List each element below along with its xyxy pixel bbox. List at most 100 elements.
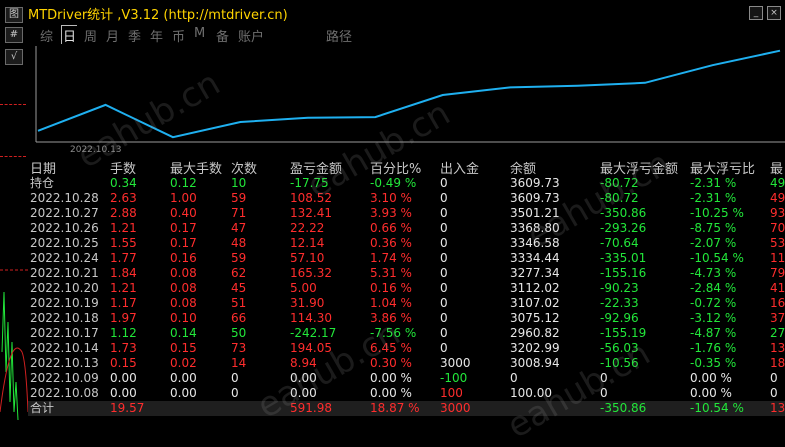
- table-cell-date: 2022.10.25: [30, 236, 99, 250]
- tab-monthly[interactable]: 月: [106, 26, 119, 45]
- table-row: 2022.10.17 1.12 0.14 50 -242.17 -7.56 % 0 2960.…: [28, 326, 785, 341]
- table-cell-maxlots: 0.00: [170, 371, 197, 385]
- table-cell-io: 0: [440, 176, 448, 190]
- col-balance: 余额: [510, 162, 537, 177]
- total-cell-last: 13: [770, 401, 785, 415]
- table-cell-date: 2022.10.17: [30, 326, 99, 340]
- table-cell-mfl: -80.72: [600, 191, 639, 205]
- table-cell-mfp: -2.84 %: [690, 281, 737, 295]
- table-cell-io: 0: [440, 251, 448, 265]
- table-cell-mfp: -4.73 %: [690, 266, 737, 280]
- table-row: 2022.10.27 2.88 0.40 71 132.41 3.93 % 0 3501.21…: [28, 206, 785, 221]
- table-cell-mfl: 0: [600, 371, 608, 385]
- table-cell-last: 79: [770, 266, 785, 280]
- total-cell-io: 3000: [440, 401, 471, 415]
- table-cell-pnl: 0.00: [290, 386, 317, 400]
- table-cell-bal: 3202.99: [510, 341, 560, 355]
- table-cell-bal: 3008.94: [510, 356, 560, 370]
- table-cell-date: 2022.10.09: [30, 371, 99, 385]
- table-cell-mfp: -2.07 %: [690, 236, 737, 250]
- table-cell-io: 0: [440, 296, 448, 310]
- table-cell-bal: 3609.73: [510, 191, 560, 205]
- table-cell-io: 0: [440, 221, 448, 235]
- col-count: 次数: [231, 162, 258, 177]
- table-cell-date: 2022.10.08: [30, 386, 99, 400]
- table-cell-count: 47: [231, 221, 247, 235]
- table-cell-bal: 3334.44: [510, 251, 560, 265]
- table-cell-count: 71: [231, 206, 247, 220]
- table-cell-bal: 100.00: [510, 386, 552, 400]
- period-tabs: 综 日 周 月 季 年 币 M 备 账户 路径: [28, 24, 785, 45]
- table-cell-bal: 3075.12: [510, 311, 560, 325]
- table-cell-pnl: 132.41: [290, 206, 332, 220]
- table-cell-pnl: -17.75: [290, 176, 329, 190]
- table-cell-date: 2022.10.19: [30, 296, 99, 310]
- total-cell-mfp: -10.54 %: [690, 401, 744, 415]
- table-cell-maxlots: 0.08: [170, 281, 197, 295]
- table-cell-mfl: -10.56: [600, 356, 639, 370]
- price-bars: [1, 291, 19, 421]
- table-row: 2022.10.26 1.21 0.17 47 22.22 0.66 % 0 3368.80 -…: [28, 221, 785, 236]
- tab-backup[interactable]: 备: [216, 26, 229, 45]
- table-cell-pnl: 5.00: [290, 281, 317, 295]
- table-row: 2022.10.20 1.21 0.08 45 5.00 0.16 % 0 3112.02 -9…: [28, 281, 785, 296]
- col-last: 最: [770, 162, 784, 177]
- minimize-button[interactable]: _: [749, 6, 763, 20]
- table-cell-bal: 0: [510, 371, 518, 385]
- table-cell-mfp: -2.31 %: [690, 176, 737, 190]
- grid-icon[interactable]: #: [5, 27, 23, 43]
- table-cell-io: 0: [440, 206, 448, 220]
- total-cell-date: 合计: [30, 401, 55, 415]
- table-cell-count: 50: [231, 326, 247, 340]
- table-cell-mfl: -22.33: [600, 296, 639, 310]
- app-title: MTDriver统计 ,V3.12 (http://mtdriver.cn): [28, 8, 288, 23]
- table-cell-last: 0: [770, 386, 778, 400]
- table-total-row: 合计 19.57 591.98 18.87 % 3000 -350.86 -10.54 % 1…: [28, 401, 785, 416]
- price-level-line: [0, 156, 26, 157]
- close-button[interactable]: ×: [767, 6, 781, 20]
- tab-path[interactable]: 路径: [326, 26, 352, 45]
- table-cell-date: 2022.10.26: [30, 221, 99, 235]
- table-cell-lots: 1.21: [110, 221, 137, 235]
- table-cell-last: 37: [770, 311, 785, 325]
- table-cell-lots: 2.63: [110, 191, 137, 205]
- table-cell-pct: 0.00 %: [370, 371, 412, 385]
- table-cell-mfl: -155.19: [600, 326, 647, 340]
- table-cell-lots: 1.17: [110, 296, 137, 310]
- tab-daily[interactable]: 日: [61, 25, 78, 45]
- table-header: 日期 手数 最大手数 次数 盈亏金额 百分比% 出入金 余额 最大浮亏金额 最大…: [28, 158, 785, 177]
- table-cell-pct: 5.31 %: [370, 266, 412, 280]
- table-cell-mfp: -10.54 %: [690, 251, 744, 265]
- table-cell-bal: 3346.58: [510, 236, 560, 250]
- table-cell-last: 27: [770, 326, 785, 340]
- col-lots: 手数: [110, 162, 137, 177]
- table-cell-lots: 0.00: [110, 386, 137, 400]
- total-cell-lots: 19.57: [110, 401, 145, 415]
- table-cell-pnl: 22.22: [290, 221, 325, 235]
- table-row: 2022.10.18 1.97 0.10 66 114.30 3.86 % 0 3075.12…: [28, 311, 785, 326]
- table-cell-last: 0: [770, 371, 778, 385]
- total-cell-pct: 18.87 %: [370, 401, 420, 415]
- table-cell-lots: 1.73: [110, 341, 137, 355]
- tab-yearly[interactable]: 年: [150, 26, 163, 45]
- tab-weekly[interactable]: 周: [84, 26, 97, 45]
- table-cell-count: 14: [231, 356, 247, 370]
- table-cell-bal: 3368.80: [510, 221, 560, 235]
- table-cell-last: 11: [770, 251, 785, 265]
- table-cell-lots: 1.55: [110, 236, 137, 250]
- tab-quarterly[interactable]: 季: [128, 26, 141, 45]
- table-cell-pct: 0.30 %: [370, 356, 412, 370]
- table-cell-io: 0: [440, 236, 448, 250]
- check-icon[interactable]: √: [5, 49, 23, 65]
- tab-currency[interactable]: 币: [172, 26, 185, 45]
- tab-magic[interactable]: M: [194, 26, 205, 41]
- tab-account[interactable]: 账户: [238, 26, 264, 45]
- table-cell-pct: 6.45 %: [370, 341, 412, 355]
- table-cell-bal: 3609.73: [510, 176, 560, 190]
- tab-summary[interactable]: 综: [40, 26, 53, 45]
- table-cell-count: 62: [231, 266, 247, 280]
- table-cell-mfl: -92.96: [600, 311, 639, 325]
- table-cell-date: 2022.10.27: [30, 206, 99, 220]
- chart-icon[interactable]: 图: [5, 7, 23, 23]
- col-pct: 百分比%: [370, 162, 422, 177]
